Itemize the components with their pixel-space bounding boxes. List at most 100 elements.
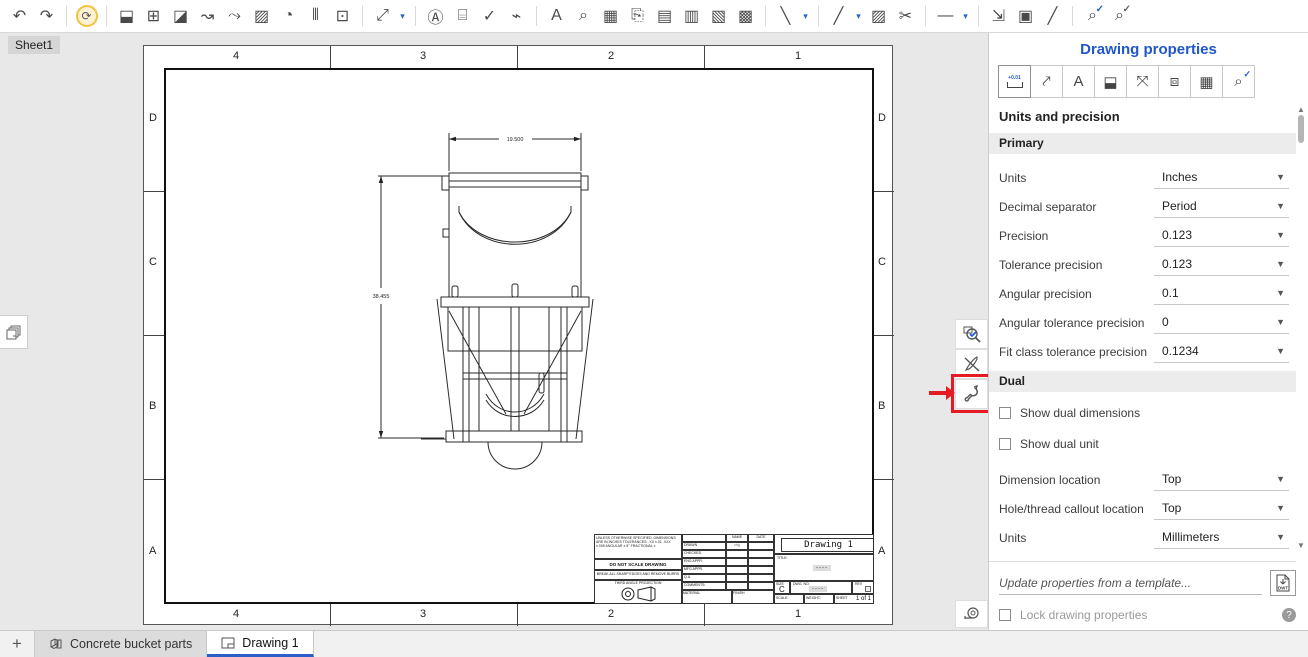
hole-thread-callout-location-dropdown[interactable]: Top▼ <box>1154 497 1289 520</box>
angular-precision-dropdown[interactable]: 0.1▼ <box>1154 282 1289 305</box>
check-settings-icon[interactable]: ⌕✓ <box>1106 3 1133 30</box>
tab-tables[interactable]: ▦ <box>1190 65 1223 98</box>
dimension-caret-icon[interactable]: ▾ <box>396 3 409 30</box>
checkbox-icon[interactable] <box>999 438 1011 450</box>
fit-class-tolerance-precision-dropdown[interactable]: 0.1234▼ <box>1154 340 1289 363</box>
scroll-down-arrow[interactable]: ▼ <box>1297 541 1305 550</box>
sheets-panel-button[interactable] <box>0 315 28 349</box>
erase-view-icon[interactable]: ◪ <box>167 3 194 30</box>
spline-control-icon[interactable]: ⤳ <box>221 3 248 30</box>
sheet-table-icon[interactable]: ⎘ <box>624 3 651 30</box>
stacked-sheets-icon <box>6 324 22 340</box>
tab-drawing-1[interactable]: Drawing 1 <box>207 631 313 657</box>
scroll-up-arrow[interactable]: ▲ <box>1297 105 1305 114</box>
tab-text[interactable]: A <box>1062 65 1095 98</box>
sketch-caret-icon[interactable]: ▾ <box>852 3 865 30</box>
height-dimension[interactable]: 38.455 <box>373 294 390 300</box>
title-value[interactable]: ---- <box>813 565 831 571</box>
checkmark-icon[interactable]: ✓ <box>476 3 503 30</box>
sync-icon[interactable]: ⟳ <box>73 3 100 30</box>
zone-col-label: 3 <box>420 50 426 62</box>
scrollbar-thumb[interactable] <box>1298 115 1304 143</box>
sheet-layout-icon[interactable]: ⊞ <box>140 3 167 30</box>
checkbox-icon[interactable] <box>999 609 1011 621</box>
inspection-symbol-icon[interactable]: ⌕ <box>570 3 597 30</box>
update-template-input[interactable]: Update properties from a template... <box>999 571 1262 595</box>
tab-units-precision[interactable]: +0.01 <box>998 65 1031 98</box>
text-icon[interactable]: A <box>543 3 570 30</box>
bom-table-icon[interactable]: ▤ <box>651 3 678 30</box>
check-drawing-icon[interactable]: ⌕✓ <box>1079 3 1106 30</box>
drawing-sheet[interactable]: 44332211DDCCBBAA <box>143 45 893 625</box>
show-dual-unit-checkbox[interactable]: Show dual unit <box>999 428 1289 459</box>
leader-caret-icon[interactable]: ▾ <box>799 3 812 30</box>
zone-tick <box>144 479 164 480</box>
chevron-down-icon: ▼ <box>1276 259 1285 269</box>
fit-class-tolerance-precision-label: Fit class tolerance precision <box>999 345 1154 359</box>
hatch-view-icon[interactable]: ▨ <box>248 3 275 30</box>
zone-col-label: 3 <box>420 608 426 620</box>
crop-view-icon[interactable]: ⊡ <box>329 3 356 30</box>
help-icon[interactable]: ? <box>1282 608 1296 622</box>
dwt-template-button[interactable]: DWT <box>1270 570 1296 596</box>
dimension-location-label: Dimension location <box>999 473 1154 487</box>
undo-icon[interactable]: ↶ <box>6 3 33 30</box>
zone-row-label: A <box>149 545 156 557</box>
sketch-line-icon[interactable]: ╱ <box>825 3 852 30</box>
tab-label: Drawing 1 <box>242 636 298 650</box>
measure-tool-button[interactable] <box>955 600 988 628</box>
insert-view-icon[interactable]: ⬓ <box>113 3 140 30</box>
datum-icon[interactable]: Ⓐ <box>422 3 449 30</box>
toolbar-separator <box>925 6 926 26</box>
show-dual-dimensions-checkbox[interactable]: Show dual dimensions <box>999 397 1289 428</box>
dwg-no-value[interactable]: ---- <box>809 586 827 592</box>
units-dropdown[interactable]: Inches▼ <box>1154 166 1289 189</box>
tab-dimension-extensions[interactable]: ⤧ <box>1126 65 1159 98</box>
revision-table-icon[interactable]: ▧ <box>705 3 732 30</box>
tab-view[interactable]: ⧈ <box>1158 65 1191 98</box>
cutlist-table-icon[interactable]: ▩ <box>732 3 759 30</box>
check-drawing-side-button[interactable] <box>955 319 988 349</box>
concrete-bucket-front-view[interactable]: 19.500 38.455 <box>364 126 654 526</box>
tab-callouts[interactable]: ⬓ <box>1094 65 1127 98</box>
surface-finish-icon[interactable]: ⌁ <box>503 3 530 30</box>
highlight-box <box>951 374 992 413</box>
angular-tolerance-precision-dropdown[interactable]: 0▼ <box>1154 311 1289 334</box>
add-tab-button[interactable]: + <box>0 631 34 657</box>
hole-table-icon[interactable]: ▥ <box>678 3 705 30</box>
zone-tick <box>144 191 164 192</box>
tab-concrete-bucket-parts[interactable]: Concrete bucket parts <box>34 631 207 657</box>
redo-icon[interactable]: ↷ <box>33 3 60 30</box>
mark-icon[interactable]: ╱ <box>1039 3 1066 30</box>
line-style-icon[interactable]: — <box>932 3 959 30</box>
spline-icon[interactable]: ↝ <box>194 3 221 30</box>
zone-tick <box>874 191 894 192</box>
line-style-caret-icon[interactable]: ▾ <box>959 3 972 30</box>
tab-dimensions[interactable]: ⤤ <box>1030 65 1063 98</box>
feature-control-frame-icon[interactable]: ⌸ <box>449 3 476 30</box>
table-icon[interactable]: ▦ <box>597 3 624 30</box>
dual-units-dropdown[interactable]: Millimeters▼ <box>1154 526 1289 549</box>
drawing-canvas[interactable]: Sheet1 44332211DDCCBBAA <box>0 33 988 630</box>
sheet-value: 1 of 1 <box>856 596 871 602</box>
lock-drawing-properties-row[interactable]: Lock drawing properties ? <box>999 603 1296 627</box>
hatch-icon[interactable]: ▨ <box>865 3 892 30</box>
dimension-location-dropdown[interactable]: Top▼ <box>1154 468 1289 491</box>
section-view-icon[interactable]: ◔ <box>275 3 302 30</box>
leader-line-icon[interactable]: ╲ <box>772 3 799 30</box>
precision-label: Precision <box>999 229 1154 243</box>
tolerance-precision-dropdown[interactable]: 0.123▼ <box>1154 253 1289 276</box>
projected-view-icon[interactable]: ⫴ <box>302 3 329 30</box>
precision-dropdown[interactable]: 0.123▼ <box>1154 224 1289 247</box>
toolbar-separator <box>362 6 363 26</box>
trim-icon[interactable]: ✂ <box>892 3 919 30</box>
decimal-separator-dropdown[interactable]: Period▼ <box>1154 195 1289 218</box>
checkbox-icon[interactable] <box>999 407 1011 419</box>
export-dxf-icon[interactable]: ⇲ <box>985 3 1012 30</box>
rev-value-box[interactable] <box>865 586 871 592</box>
width-dimension[interactable]: 19.500 <box>507 137 524 143</box>
insert-image-icon[interactable]: ▣ <box>1012 3 1039 30</box>
tab-validation[interactable]: ⌕✓ <box>1222 65 1255 98</box>
dimension-icon[interactable]: ⤢ <box>369 3 396 30</box>
sheet-name-chip[interactable]: Sheet1 <box>8 36 60 54</box>
